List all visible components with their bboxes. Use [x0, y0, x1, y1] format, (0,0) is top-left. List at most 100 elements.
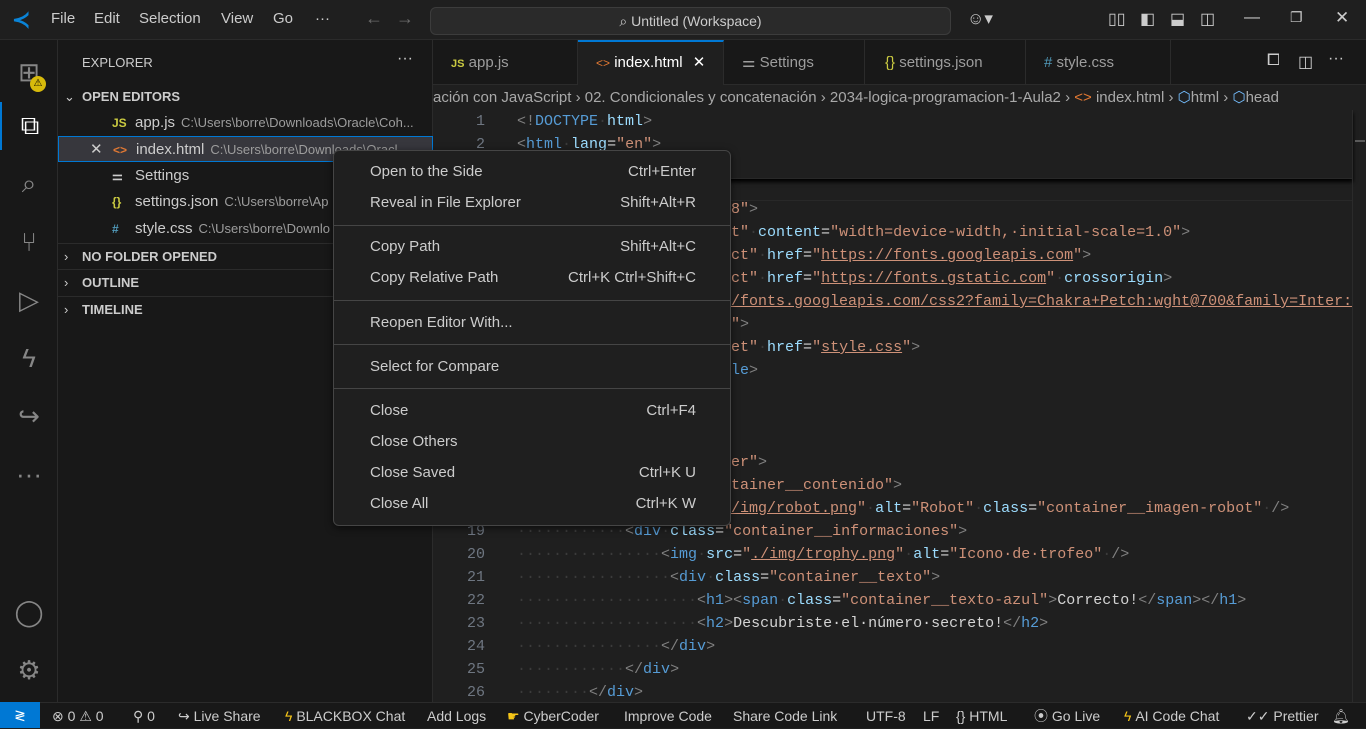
run-debug-icon[interactable]: ▷	[0, 276, 58, 324]
share-code-link-button[interactable]: Share Code Link	[733, 703, 837, 729]
toggle-panel-icon[interactable]: ⬓	[1170, 9, 1185, 29]
code-line[interactable]: ">	[731, 313, 749, 336]
menu-item-close[interactable]: Close Ctrl+F4	[338, 396, 726, 426]
menu-item-close-all[interactable]: Close All Ctrl+K W	[338, 489, 726, 519]
language-mode-button[interactable]: {} HTML	[956, 703, 1007, 729]
toggle-secondary-sidebar-icon[interactable]: ◫	[1200, 9, 1215, 29]
tab-settings[interactable]: ⚌ Settings	[724, 40, 865, 85]
menu-go[interactable]: Go	[273, 10, 293, 27]
minimize-icon[interactable]: —	[1244, 9, 1260, 27]
json-file-icon: {}	[885, 54, 896, 71]
live-share-button[interactable]: ↪ Live Share	[178, 703, 261, 729]
tab-settings-json[interactable]: {} settings.json	[865, 40, 1026, 85]
breadcrumb-item[interactable]: index.html	[1096, 89, 1164, 106]
chevron-right-icon: ›	[64, 249, 69, 264]
chevron-down-icon: ⌄	[64, 89, 75, 104]
search-icon[interactable]: ⌕	[0, 160, 58, 208]
lightning-icon[interactable]: ϟ	[0, 334, 58, 382]
back-arrow-icon[interactable]: ←	[365, 8, 383, 29]
menu-item-reveal-in-explorer[interactable]: Reveal in File Explorer Shift+Alt+R	[338, 188, 726, 218]
settings-gear-icon[interactable]: ⚙	[0, 646, 58, 694]
code-line[interactable]: ct"·href="https://fonts.gstatic.com"·cro…	[731, 267, 1172, 290]
menu-item-copy-path[interactable]: Copy Path Shift+Alt+C	[338, 232, 726, 262]
restore-icon[interactable]: ❐	[1290, 9, 1303, 26]
code-token: 8"	[731, 201, 750, 218]
ports-indicator[interactable]: ⚲ 0	[133, 703, 155, 729]
breadcrumb-item[interactable]: 02. Condicionales y concatenación	[585, 89, 817, 106]
menu-file[interactable]: File	[51, 10, 75, 27]
close-editor-icon[interactable]: ✕	[90, 137, 103, 161]
code-token: "	[902, 339, 912, 356]
menu-item-select-for-compare[interactable]: Select for Compare	[338, 352, 726, 382]
notifications-bell-icon[interactable]: 🔔︎	[1332, 703, 1350, 729]
code-line[interactable]: ········</div>	[517, 681, 643, 702]
code-line[interactable]: ············</div>	[517, 658, 679, 681]
code-token: >	[1237, 592, 1247, 609]
menu-item-close-others[interactable]: Close Others	[338, 427, 726, 457]
accounts-icon[interactable]: ◯	[0, 588, 58, 636]
problems-indicator[interactable]: ⊗ 0 ⚠ 0	[52, 703, 104, 729]
explorer-icon[interactable]: ⧉	[0, 102, 58, 150]
source-control-icon[interactable]: ⑂	[0, 218, 58, 266]
breadcrumb-item[interactable]: 2034-logica-programacion-1-Aula2	[830, 89, 1061, 106]
add-logs-button[interactable]: Add Logs	[427, 703, 486, 729]
more-actions-icon[interactable]: ···	[397, 50, 413, 68]
menu-item-reopen-editor-with[interactable]: Reopen Editor With...	[338, 308, 726, 338]
code-line[interactable]: le>	[731, 359, 758, 382]
menu-view[interactable]: View	[221, 10, 253, 27]
remote-indicator-icon[interactable]: ≷	[0, 702, 40, 728]
menu-edit[interactable]: Edit	[94, 10, 120, 27]
vertical-scrollbar[interactable]	[1352, 110, 1366, 702]
prettier-button[interactable]: ✓✓ Prettier	[1246, 703, 1318, 729]
tab-style-css[interactable]: # style.css	[1026, 40, 1171, 85]
encoding-button[interactable]: UTF-8	[866, 703, 906, 729]
go-live-button[interactable]: ⦿ Go Live	[1034, 703, 1100, 729]
code-line[interactable]: ·················<div·class="container__…	[517, 566, 940, 589]
breadcrumb-item[interactable]: ación con JavaScript	[433, 89, 571, 106]
code-line[interactable]: tainer__contenido">	[731, 474, 902, 497]
code-line[interactable]: ct"·href="https://fonts.googleapis.com">	[731, 244, 1091, 267]
tab-app-js[interactable]: JS app.js	[433, 40, 578, 85]
more-icon[interactable]: ···	[0, 450, 58, 498]
code-line[interactable]: ················</div>	[517, 635, 715, 658]
breadcrumb-item[interactable]: html	[1191, 89, 1219, 106]
cybercoder-button[interactable]: ☛ CyberCoder	[507, 703, 599, 729]
menu-item-close-saved[interactable]: Close Saved Ctrl+K U	[338, 458, 726, 488]
blackbox-chat-button[interactable]: ϟ BLACKBOX Chat	[285, 703, 405, 729]
scrollbar-marker	[1355, 140, 1365, 142]
improve-code-button[interactable]: Improve Code	[624, 703, 712, 729]
code-line[interactable]: /img/robot.png"·alt="Robot"·class="conta…	[731, 497, 1289, 520]
code-line[interactable]: et"·href="style.css">	[731, 336, 920, 359]
customize-layout-icon[interactable]: ▯▯	[1108, 9, 1126, 29]
code-line[interactable]: ····················<h1><span·class="con…	[517, 589, 1246, 612]
live-share-icon[interactable]: ↪	[0, 392, 58, 440]
code-line[interactable]: ················<img·src="./img/trophy.p…	[517, 543, 1129, 566]
close-tab-icon[interactable]: ✕	[693, 54, 706, 71]
code-line[interactable]: ····················<h2>Descubriste·el·n…	[517, 612, 1048, 635]
code-line[interactable]: /fonts.googleapis.com/css2?family=Chakra…	[731, 290, 1352, 313]
code-line[interactable]: t"·content="width=device-width,·initial-…	[731, 221, 1190, 244]
ai-code-chat-button[interactable]: ϟ AI Code Chat	[1124, 703, 1219, 729]
eol-button[interactable]: LF	[923, 703, 939, 729]
code-line[interactable]: er">	[731, 451, 767, 474]
command-center-search[interactable]: ⌕ Untitled (Workspace)	[430, 7, 951, 35]
copilot-icon[interactable]: ☺▾	[967, 9, 993, 29]
open-preview-icon[interactable]: ⧠	[1267, 52, 1280, 70]
menu-selection[interactable]: Selection	[139, 10, 201, 27]
open-editor-item[interactable]: JS app.js C:\Users\borre\Downloads\Oracle\…	[58, 110, 433, 136]
close-window-icon[interactable]: ✕	[1335, 8, 1349, 28]
forward-arrow-icon[interactable]: →	[396, 8, 414, 29]
breadcrumb-item[interactable]: head	[1246, 89, 1279, 106]
code-token: div	[679, 569, 707, 586]
split-editor-icon[interactable]: ◫	[1298, 52, 1313, 72]
more-actions-icon[interactable]: ···	[1328, 50, 1344, 68]
extensions-icon[interactable]: ⊞ ⚠	[0, 48, 58, 96]
code-line[interactable]: <!DOCTYPE·html>	[517, 110, 652, 133]
menu-item-copy-relative-path[interactable]: Copy Relative Path Ctrl+K Ctrl+Shift+C	[338, 263, 726, 293]
toggle-sidebar-icon[interactable]: ◧	[1140, 9, 1155, 29]
menu-more[interactable]: ···	[315, 10, 330, 27]
code-line[interactable]: 8">	[731, 198, 758, 221]
tab-index-html[interactable]: <> index.html ✕	[578, 40, 724, 85]
open-editors-header[interactable]: ⌄ OPEN EDITORS	[58, 84, 433, 110]
menu-item-open-to-side[interactable]: Open to the Side Ctrl+Enter	[338, 157, 726, 187]
